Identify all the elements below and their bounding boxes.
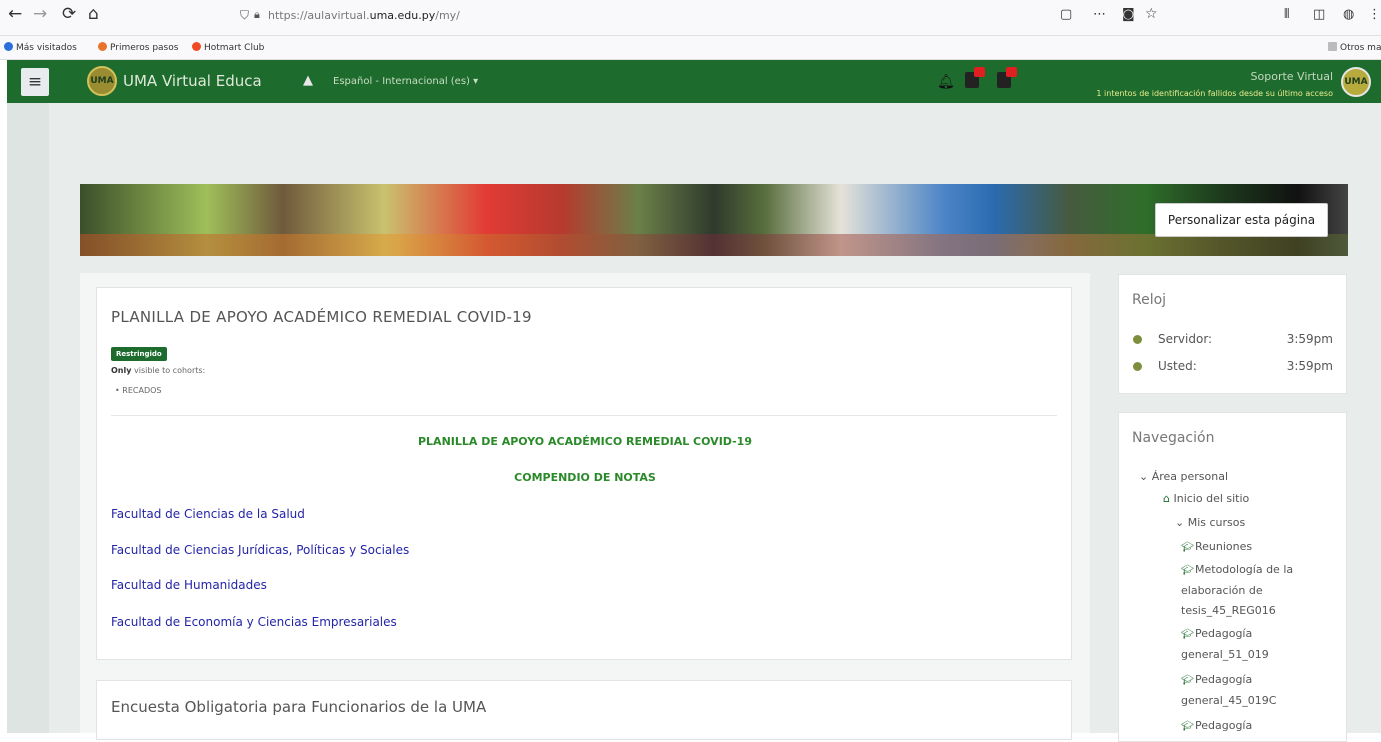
drawer-strip bbox=[7, 103, 49, 733]
link-ciencias-salud[interactable]: Facultad de Ciencias de la Salud bbox=[111, 507, 305, 521]
navigation-block: Navegación ⌄ Área personal ⌂ Inicio del … bbox=[1118, 412, 1347, 742]
user-menu-name[interactable]: Soporte Virtual bbox=[1251, 70, 1333, 83]
folder-icon bbox=[1328, 42, 1337, 51]
graduation-cap-icon: 🎓︎ bbox=[1181, 675, 1194, 686]
url-text: https://aulavirtual.uma.edu.py/my/ bbox=[268, 9, 460, 22]
chevron-down-icon: ⌄ bbox=[1139, 470, 1152, 483]
bookmark-mas-visitados[interactable]: Más visitados bbox=[4, 42, 77, 53]
block-title: Reloj bbox=[1132, 292, 1167, 308]
encuesta-block: Encuesta Obligatoria para Funcionarios d… bbox=[96, 680, 1072, 740]
menu-icon[interactable]: ⋮ bbox=[1368, 7, 1381, 22]
bell-icon[interactable]: 🔔︎ bbox=[937, 74, 955, 90]
planilla-block: PLANILLA DE APOYO ACADÉMICO REMEDIAL COV… bbox=[96, 287, 1072, 660]
language-menu[interactable]: Español - Internacional (es) ▾ bbox=[333, 76, 478, 87]
visibility-note: Only visible to cohorts: bbox=[111, 366, 206, 375]
messages-icon[interactable] bbox=[997, 67, 1017, 88]
forward-icon[interactable]: → bbox=[33, 4, 47, 24]
avatar[interactable]: UMA bbox=[1341, 67, 1371, 97]
shield-icon: ⛉ bbox=[240, 8, 250, 22]
star-icon[interactable]: ☆ bbox=[1145, 6, 1158, 22]
block-title: Navegación bbox=[1132, 430, 1215, 446]
reader-view-icon[interactable]: ▢ bbox=[1060, 7, 1072, 22]
back-icon[interactable]: ← bbox=[8, 4, 22, 24]
nav-mis-cursos[interactable]: ⌄ Mis cursos bbox=[1175, 513, 1245, 533]
nav-course-item[interactable]: 🎓︎Metodología de la elaboración de tesis… bbox=[1181, 560, 1331, 621]
site-navbar: ≡ UMA UMA Virtual Educa ▲ Español - Inte… bbox=[7, 60, 1381, 103]
block-title: Encuesta Obligatoria para Funcionarios d… bbox=[111, 698, 487, 716]
gear-icon bbox=[4, 42, 13, 51]
home-icon[interactable]: ⌂ bbox=[88, 4, 99, 24]
clock-label: Usted: bbox=[1158, 359, 1197, 373]
clock-label: Servidor: bbox=[1158, 332, 1213, 346]
library-icon[interactable]: ⫴ bbox=[1284, 7, 1289, 22]
lock-icon: 🔒︎ bbox=[254, 8, 260, 21]
banner-flowers bbox=[80, 234, 1348, 256]
pocket-icon[interactable]: ◙ bbox=[1122, 7, 1135, 22]
url-bar[interactable]: ⛉ 🔒︎ https://aulavirtual.uma.edu.py/my/ bbox=[232, 4, 1032, 30]
clock-dot-icon bbox=[1133, 335, 1142, 344]
sidebar-icon[interactable]: ◫ bbox=[1313, 7, 1325, 22]
cohort-list-item: • RECADOS bbox=[115, 386, 162, 395]
message-count-badge bbox=[1006, 67, 1017, 77]
link-economia[interactable]: Facultad de Economía y Ciencias Empresar… bbox=[111, 615, 397, 629]
bookmark-otros[interactable]: Otros ma bbox=[1328, 42, 1381, 53]
graduation-cap-icon: 🎓︎ bbox=[1181, 565, 1194, 576]
customize-page-button[interactable]: Personalizar esta página bbox=[1155, 203, 1328, 237]
extension-icon[interactable]: ◍ bbox=[1343, 7, 1354, 22]
content-heading: PLANILLA DE APOYO ACADÉMICO REMEDIAL COV… bbox=[417, 435, 752, 448]
restricted-badge: Restringido bbox=[111, 347, 167, 361]
notifications-icon[interactable] bbox=[965, 67, 985, 88]
nav-course-item[interactable]: 🎓︎Pedagogía general_45_019C bbox=[1181, 670, 1331, 711]
nav-area-personal[interactable]: ⌄ Área personal bbox=[1139, 467, 1228, 487]
browser-toolbar: ← → ⟳ ⌂ ⛉ 🔒︎ https://aulavirtual.uma.edu… bbox=[0, 0, 1381, 36]
site-name-link[interactable]: UMA Virtual Educa bbox=[123, 72, 262, 90]
firefox-icon bbox=[98, 42, 107, 51]
graduation-cap-icon: 🎓︎ bbox=[1181, 542, 1194, 553]
reload-icon[interactable]: ⟳ bbox=[62, 4, 76, 24]
graduation-cap-icon: 🎓︎ bbox=[1181, 629, 1194, 640]
user-tour-icon[interactable]: ▲ bbox=[303, 73, 313, 88]
block-title: PLANILLA DE APOYO ACADÉMICO REMEDIAL COV… bbox=[111, 308, 532, 326]
more-icon[interactable]: ⋯ bbox=[1093, 7, 1106, 22]
link-ciencias-juridicas[interactable]: Facultad de Ciencias Jurídicas, Política… bbox=[111, 543, 409, 557]
clock-value: 3:59pm bbox=[1286, 332, 1333, 346]
login-failures-warning: 1 intentos de identificación fallidos de… bbox=[1096, 89, 1333, 98]
uma-logo[interactable]: UMA bbox=[87, 66, 117, 96]
nav-course-item[interactable]: 🎓︎Pedagogía general_51_019 bbox=[1181, 624, 1331, 665]
notification-count-badge bbox=[974, 67, 985, 77]
bookmarks-bar: Más visitados Primeros pasos Hotmart Clu… bbox=[0, 36, 1381, 60]
hotmart-icon bbox=[192, 42, 201, 51]
divider bbox=[111, 415, 1057, 416]
chevron-down-icon: ⌄ bbox=[1175, 516, 1188, 529]
clock-value: 3:59pm bbox=[1286, 359, 1333, 373]
nav-inicio-sitio[interactable]: ⌂ Inicio del sitio bbox=[1163, 489, 1249, 509]
clock-block: Reloj Servidor: 3:59pm Usted: 3:59pm bbox=[1118, 274, 1347, 394]
clock-dot-icon bbox=[1133, 362, 1142, 371]
link-humanidades[interactable]: Facultad de Humanidades bbox=[111, 578, 267, 592]
bookmark-primeros-pasos[interactable]: Primeros pasos bbox=[98, 42, 178, 53]
nav-course-item[interactable]: 🎓︎Pedagogía bbox=[1181, 716, 1331, 737]
hamburger-menu-icon[interactable]: ≡ bbox=[21, 68, 49, 96]
graduation-cap-icon: 🎓︎ bbox=[1181, 721, 1194, 732]
home-icon: ⌂ bbox=[1163, 492, 1174, 505]
bookmark-hotmart[interactable]: Hotmart Club bbox=[192, 42, 264, 53]
content-subheading: COMPENDIO DE NOTAS bbox=[514, 471, 656, 484]
nav-course-item[interactable]: 🎓︎Reuniones bbox=[1181, 537, 1331, 558]
